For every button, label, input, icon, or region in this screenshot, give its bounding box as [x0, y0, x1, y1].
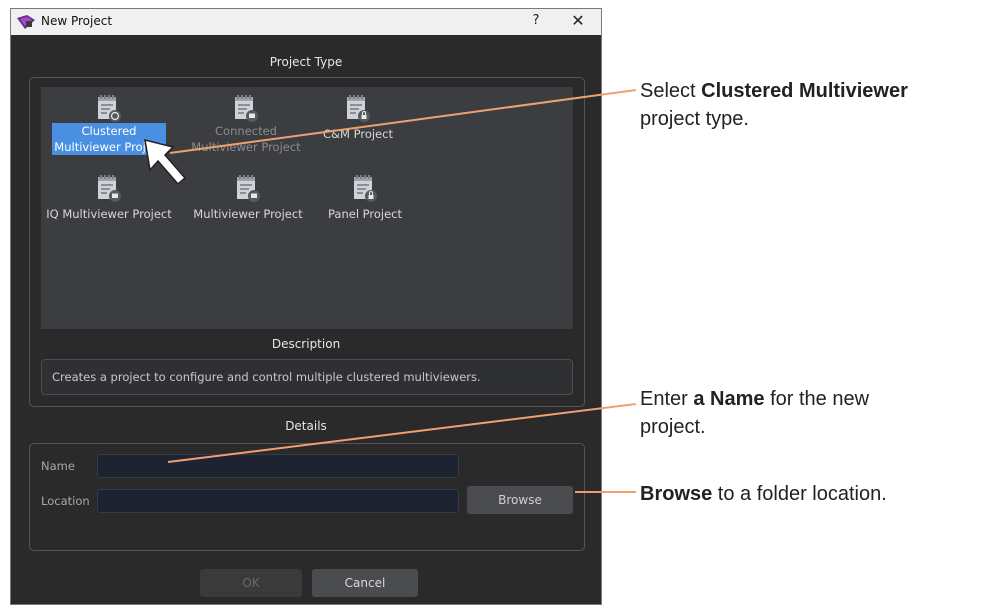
- callout-select-type: Select Clustered Multiviewer project type…: [640, 80, 908, 130]
- callout-line-name: [167, 403, 637, 463]
- mouse-pointer-icon: [144, 138, 187, 186]
- callout-browse: Browse to a folder location.: [640, 483, 887, 505]
- callout-line-type: [169, 89, 637, 154]
- callout-enter-name: Enter a Name for the new project.: [640, 388, 870, 438]
